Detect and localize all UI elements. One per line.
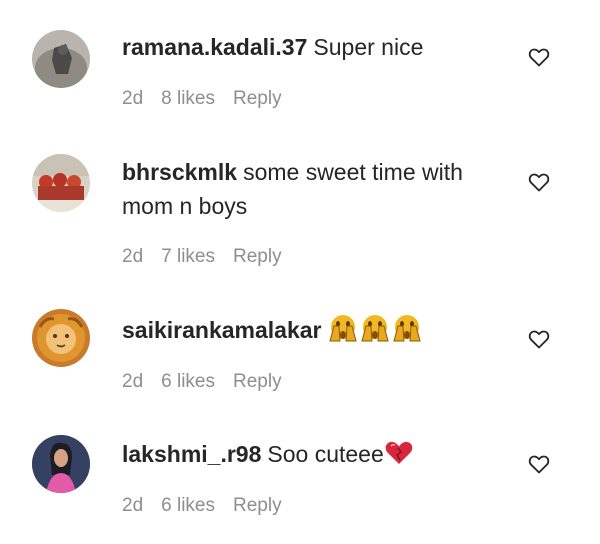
avatar[interactable]: [32, 309, 90, 367]
avatar[interactable]: [32, 30, 90, 88]
comment-meta: 2d 7 likes Reply: [122, 246, 300, 268]
reply-button[interactable]: Reply: [233, 495, 282, 516]
comment-time[interactable]: 2d: [122, 246, 143, 267]
heart-outline-icon[interactable]: [527, 45, 551, 69]
comment-likes[interactable]: 8 likes: [161, 88, 215, 109]
comment-time[interactable]: 2d: [122, 371, 143, 392]
hands-over-mouth-emoji: [392, 314, 422, 351]
hands-over-mouth-emoji: [360, 314, 390, 351]
comment-username[interactable]: lakshmi_.r98: [122, 441, 261, 467]
comment-username[interactable]: bhrsckmlk: [122, 159, 237, 185]
heart-outline-icon[interactable]: [527, 327, 551, 351]
red-heart-emoji: [384, 440, 414, 475]
comment-likes[interactable]: 6 likes: [161, 495, 215, 516]
comment-body: Super nice: [313, 34, 424, 60]
comment-username[interactable]: ramana.kadali.37: [122, 34, 307, 60]
comment-time[interactable]: 2d: [122, 88, 143, 109]
comment-likes[interactable]: 7 likes: [161, 246, 215, 267]
comment-body: Soo cuteee: [267, 441, 384, 467]
reply-button[interactable]: Reply: [233, 246, 282, 267]
comment-meta: 2d 8 likes Reply: [122, 88, 300, 110]
comment-time[interactable]: 2d: [122, 495, 143, 516]
hands-over-mouth-emoji: [328, 314, 358, 351]
comment-meta: 2d 6 likes Reply: [122, 371, 300, 393]
reply-button[interactable]: Reply: [233, 371, 282, 392]
comment-text: ramana.kadali.37 Super nice: [122, 30, 502, 64]
comment-meta: 2d 6 likes Reply: [122, 495, 300, 517]
reply-button[interactable]: Reply: [233, 88, 282, 109]
heart-outline-icon[interactable]: [527, 170, 551, 194]
avatar[interactable]: [32, 154, 90, 212]
comment-text: saikirankamalakar: [122, 313, 502, 351]
comment-text: bhrsckmlk some sweet time with mom n boys: [122, 155, 502, 223]
comment-username[interactable]: saikirankamalakar: [122, 317, 322, 343]
comment-likes[interactable]: 6 likes: [161, 371, 215, 392]
heart-outline-icon[interactable]: [527, 452, 551, 476]
comment-text: lakshmi_.r98 Soo cuteee: [122, 437, 502, 475]
avatar[interactable]: [32, 435, 90, 493]
